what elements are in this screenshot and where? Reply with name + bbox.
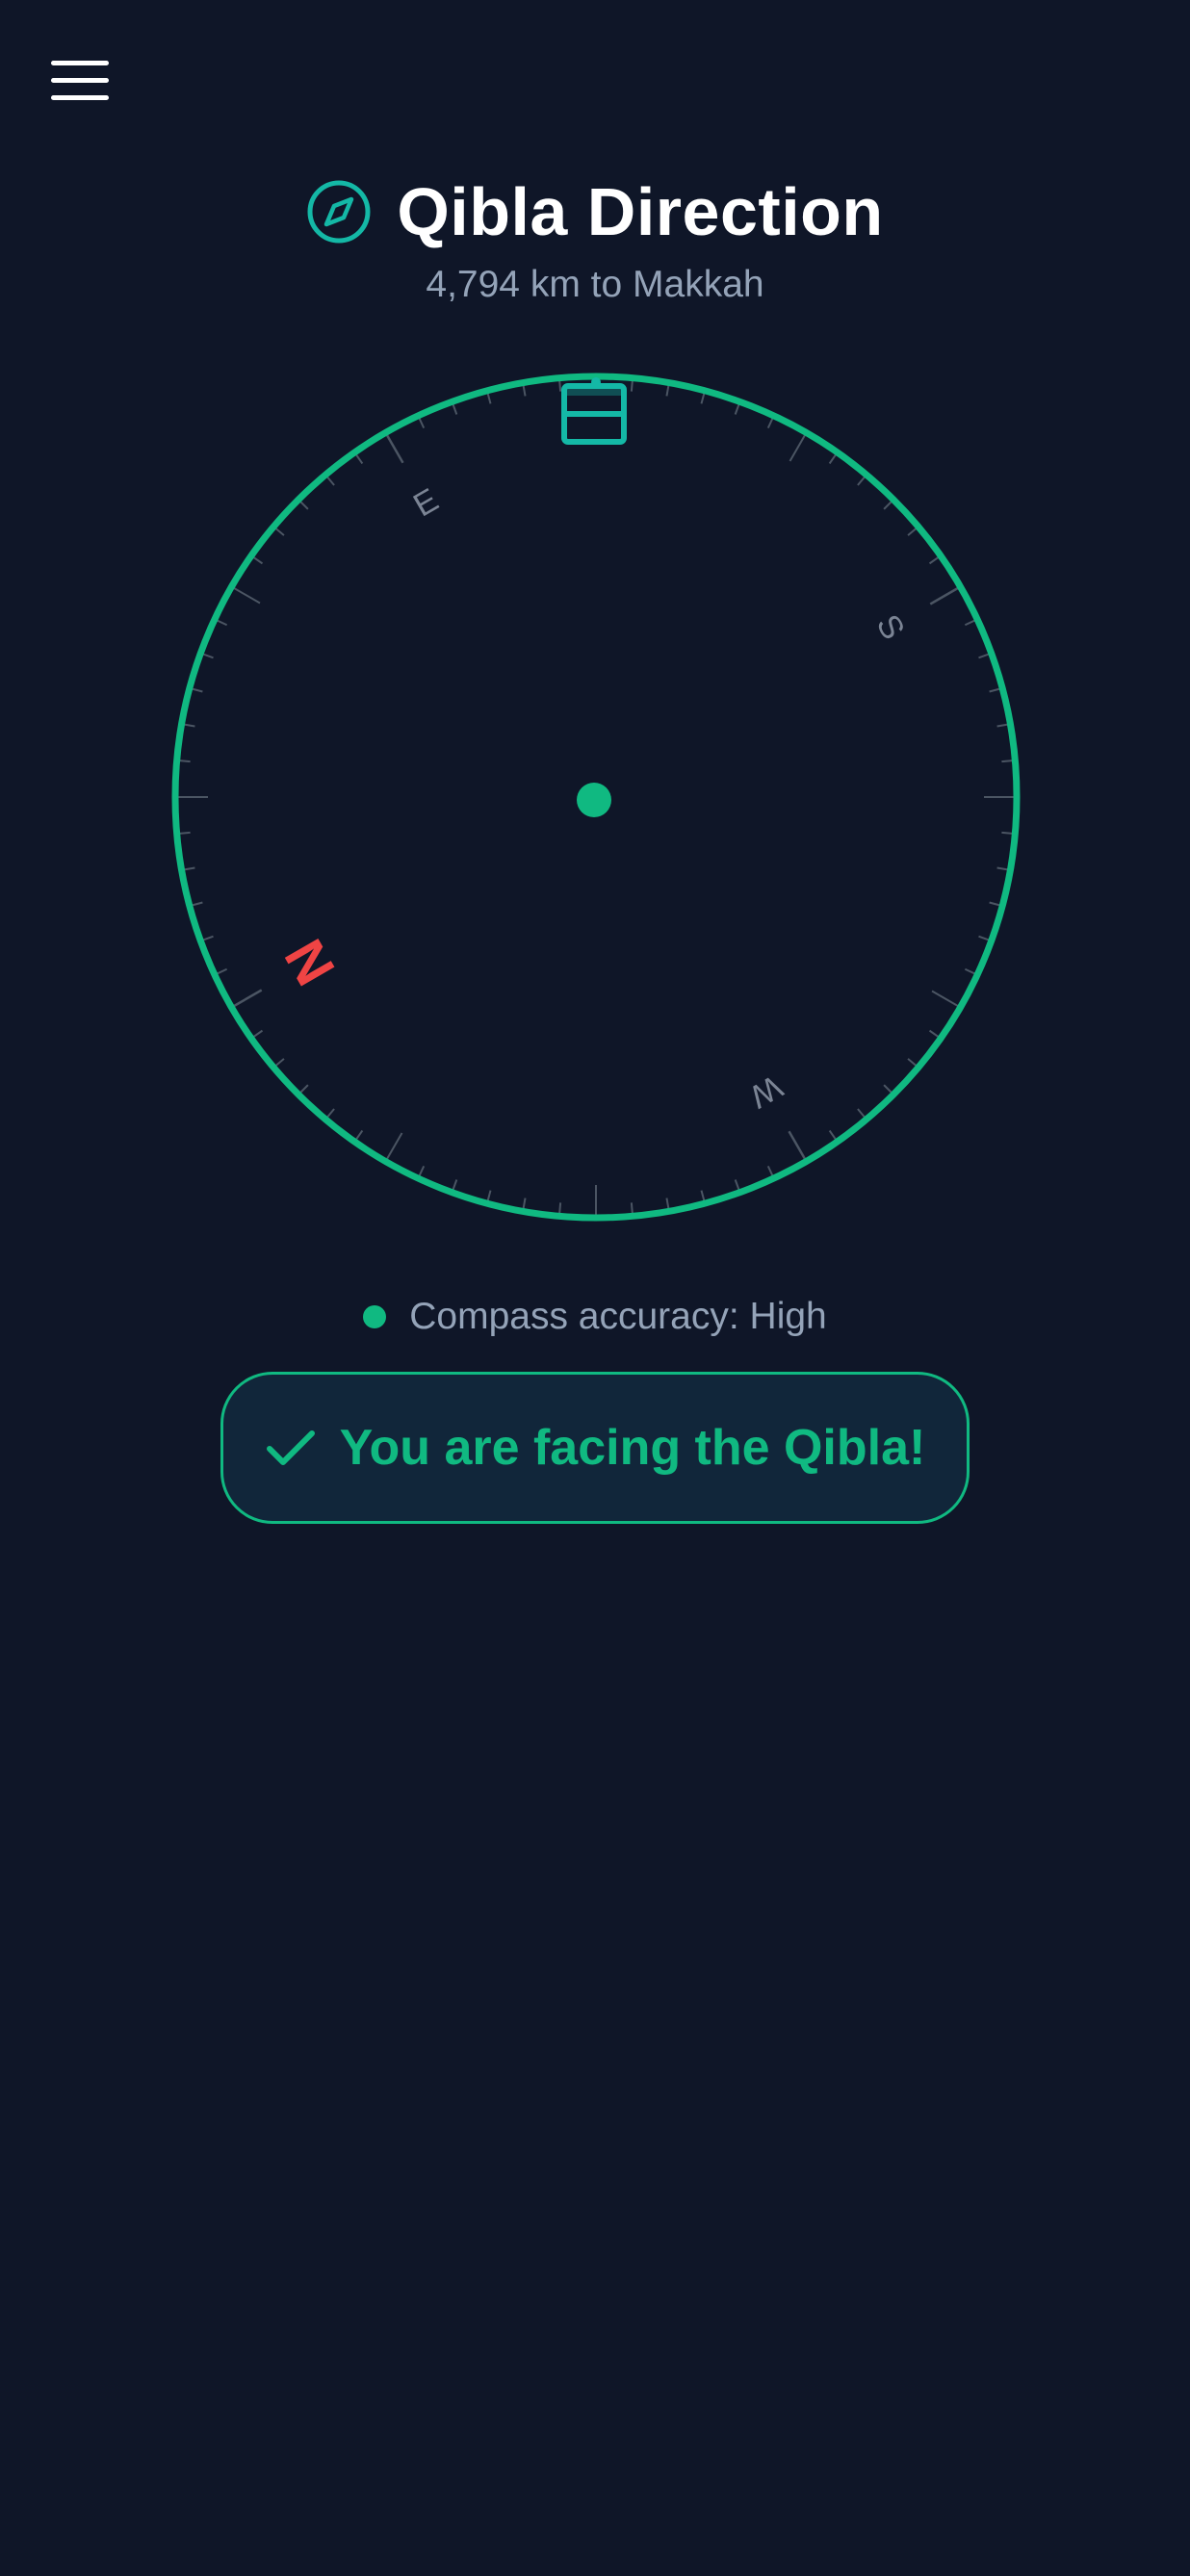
compass-tick [231,585,261,605]
compass-center-dot [577,783,611,817]
cardinal-north: N [272,929,347,995]
compass-tick [788,1130,808,1163]
cardinal-east: E [407,481,445,524]
kaaba-icon [561,377,627,445]
compass-tick [929,585,962,605]
qibla-status-banner: You are facing the Qibla! [220,1372,970,1524]
compass-tick [931,990,961,1009]
page-title: Qibla Direction [397,174,884,249]
cardinal-west: W [743,1068,789,1115]
compass-tick [384,431,404,464]
page-header: Qibla Direction [0,164,1190,260]
compass-tick [230,989,263,1009]
distance-to-makkah: 4,794 km to Makkah [426,264,764,305]
accuracy-status-dot [363,1305,387,1328]
compass-icon [307,180,371,244]
cardinal-south: S [869,608,912,646]
hamburger-menu-icon [51,61,109,65]
accuracy-label: Compass accuracy: High [409,1296,827,1337]
qibla-status-message: You are facing the Qibla! [339,1420,926,1476]
compass-dial: N E S W [171,373,1021,1222]
check-icon [266,1430,315,1465]
compass-tick [384,1132,403,1162]
compass-tick [789,432,808,462]
hamburger-menu-button[interactable] [48,56,110,106]
compass-accuracy: Compass accuracy: High [0,1290,1190,1344]
